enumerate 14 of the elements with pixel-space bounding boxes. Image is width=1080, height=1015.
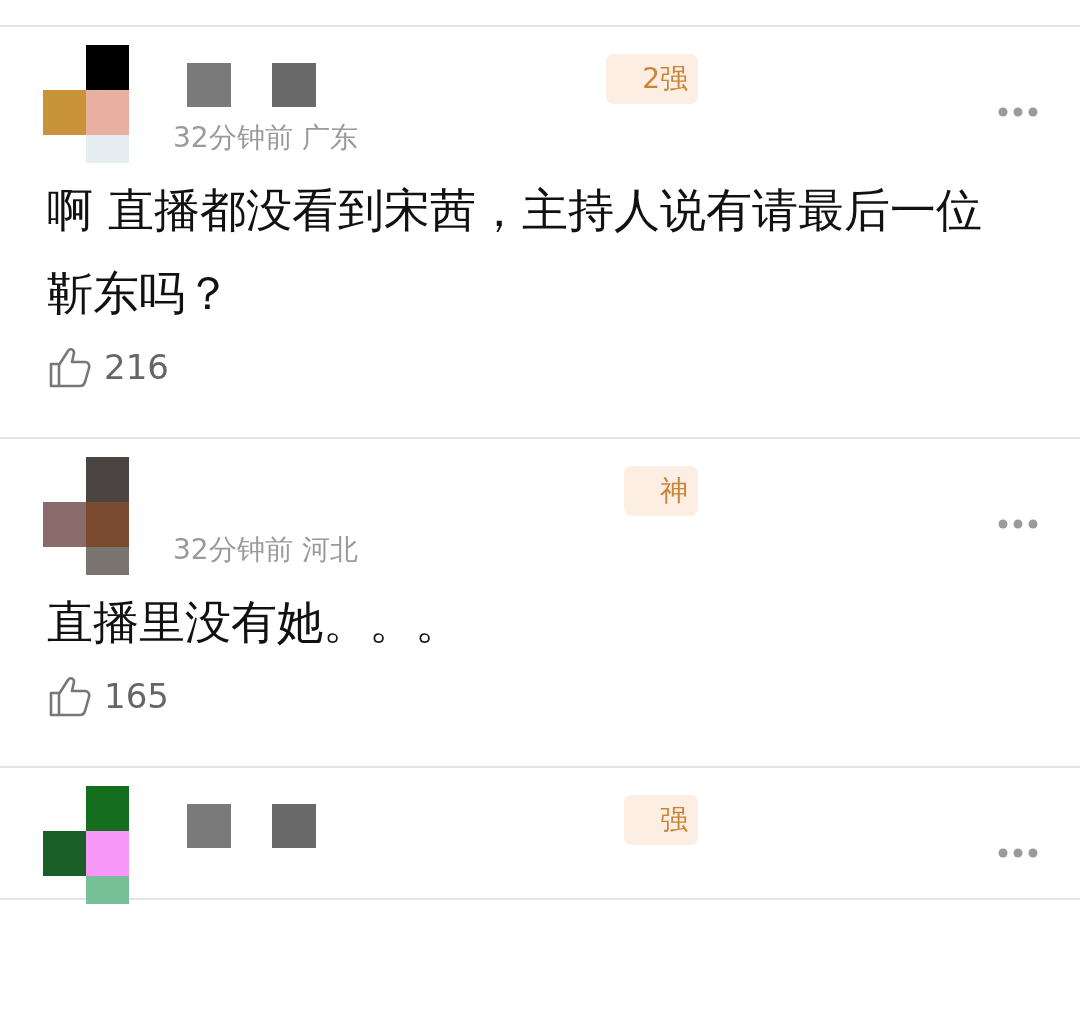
comment-meta: 32分钟前 广东 [173, 120, 359, 156]
more-icon[interactable] [998, 519, 1038, 529]
like-count: 216 [104, 347, 169, 387]
more-icon[interactable] [998, 848, 1038, 858]
like-count: 165 [104, 676, 169, 716]
level-badge: 强 [624, 795, 698, 845]
level-badge: 神 [624, 466, 698, 516]
level-badge: 2强 [606, 54, 698, 104]
comment-meta: 32分钟前 河北 [173, 532, 359, 568]
more-icon[interactable] [998, 107, 1038, 117]
comment-text: 直播里没有她。。。 [47, 594, 462, 651]
thumbs-up-icon[interactable] [48, 674, 92, 718]
comment-text: 啊 直播都没看到宋茜，主持人说有请最后一位靳东吗？ [47, 182, 983, 322]
thumbs-up-icon[interactable] [48, 345, 92, 389]
